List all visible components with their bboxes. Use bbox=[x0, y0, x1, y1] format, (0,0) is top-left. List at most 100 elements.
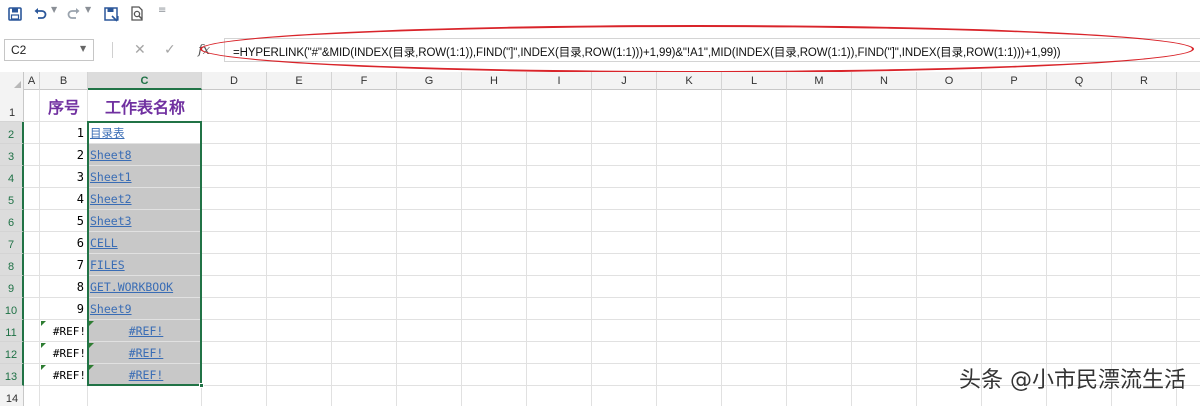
gridline-vertical bbox=[656, 90, 657, 406]
cell-seq[interactable]: 3 bbox=[40, 166, 88, 188]
error-indicator-icon bbox=[89, 365, 94, 370]
gridline-vertical bbox=[396, 90, 397, 406]
cell-seq[interactable]: 6 bbox=[40, 232, 88, 254]
column-header-a[interactable]: A bbox=[24, 72, 40, 90]
formula-input[interactable]: =HYPERLINK("#"&MID(INDEX(目录,ROW(1:1)),FI… bbox=[224, 38, 1200, 62]
column-header-q[interactable]: Q bbox=[1047, 72, 1112, 90]
gridline-vertical bbox=[1046, 90, 1047, 406]
sheet-link[interactable]: CELL bbox=[88, 232, 202, 254]
column-header-e[interactable]: E bbox=[267, 72, 332, 90]
insert-function-icon[interactable]: fx bbox=[198, 41, 210, 59]
row-headers: 1 2 3 4 5 6 7 8 9 10 11 12 13 14 bbox=[0, 90, 24, 406]
sheet-link[interactable]: Sheet9 bbox=[88, 298, 202, 320]
cell-seq[interactable]: 9 bbox=[40, 298, 88, 320]
row-header-13[interactable]: 13 bbox=[0, 364, 24, 386]
gridline-vertical bbox=[981, 90, 982, 406]
gridline-vertical bbox=[1111, 90, 1112, 406]
error-indicator-icon bbox=[89, 321, 94, 326]
watermark: 头条 @小市民漂流生活 bbox=[959, 368, 1186, 393]
cell-seq[interactable]: 7 bbox=[40, 254, 88, 276]
row-header-8[interactable]: 8 bbox=[0, 254, 24, 276]
gridline-vertical bbox=[461, 90, 462, 406]
column-header-h[interactable]: H bbox=[462, 72, 527, 90]
header-sheet-name: 工作表名称 bbox=[104, 98, 185, 117]
sheet-link[interactable]: #REF! bbox=[88, 342, 202, 364]
gridline-vertical bbox=[331, 90, 332, 406]
row-header-14[interactable]: 14 bbox=[0, 386, 24, 406]
error-indicator-icon bbox=[41, 343, 46, 348]
gridline-vertical bbox=[526, 90, 527, 406]
redo-dropdown-icon[interactable]: ▼ bbox=[85, 5, 91, 14]
row-header-10[interactable]: 10 bbox=[0, 298, 24, 320]
column-header-o[interactable]: O bbox=[917, 72, 982, 90]
header-seq: 序号 bbox=[47, 98, 80, 117]
gridline-vertical bbox=[266, 90, 267, 406]
cancel-icon[interactable]: ✕ bbox=[134, 41, 146, 59]
save-icon[interactable] bbox=[6, 4, 24, 24]
column-header-j[interactable]: J bbox=[592, 72, 657, 90]
column-headers: ABCDEFGHIJKLMNOPQR bbox=[0, 72, 1200, 90]
sheet-link[interactable]: GET.WORKBOOK bbox=[88, 276, 202, 298]
column-header-i[interactable]: I bbox=[527, 72, 592, 90]
undo-icon[interactable] bbox=[32, 4, 48, 24]
column-header-p[interactable]: P bbox=[982, 72, 1047, 90]
row-header-4[interactable]: 4 bbox=[0, 166, 24, 188]
gridline-vertical bbox=[1176, 90, 1177, 406]
cell-seq[interactable]: 5 bbox=[40, 210, 88, 232]
sheet-link[interactable]: #REF! bbox=[88, 320, 202, 342]
row-header-12[interactable]: 12 bbox=[0, 342, 24, 364]
row-header-11[interactable]: 11 bbox=[0, 320, 24, 342]
sheet-link[interactable]: Sheet3 bbox=[88, 210, 202, 232]
customize-toolbar-icon[interactable]: ≡ bbox=[158, 5, 166, 16]
sheet-link[interactable]: FILES bbox=[88, 254, 202, 276]
column-header-m[interactable]: M bbox=[787, 72, 852, 90]
column-header-b[interactable]: B bbox=[40, 72, 88, 90]
spreadsheet-grid: ABCDEFGHIJKLMNOPQR 1 2 3 4 5 6 7 8 9 10 11 12 13 14 序… bbox=[0, 72, 1200, 406]
gridline-vertical bbox=[851, 90, 852, 406]
gridline-vertical bbox=[721, 90, 722, 406]
row-header-5[interactable]: 5 bbox=[0, 188, 24, 210]
sheet-link[interactable]: 目录表 bbox=[88, 122, 202, 144]
cell-seq[interactable]: #REF! bbox=[40, 320, 88, 342]
column-header-l[interactable]: L bbox=[722, 72, 787, 90]
row-header-7[interactable]: 7 bbox=[0, 232, 24, 254]
gridline-vertical bbox=[786, 90, 787, 406]
error-indicator-icon bbox=[41, 365, 46, 370]
cell-seq[interactable]: #REF! bbox=[40, 364, 88, 386]
name-box-dropdown-icon[interactable]: ▼ bbox=[80, 44, 86, 53]
row-header-1[interactable]: 1 bbox=[0, 90, 24, 122]
column-header-f[interactable]: F bbox=[332, 72, 397, 90]
row-header-6[interactable]: 6 bbox=[0, 210, 24, 232]
select-all-corner[interactable] bbox=[0, 72, 24, 90]
column-header-g[interactable]: G bbox=[397, 72, 462, 90]
fill-handle[interactable] bbox=[199, 383, 204, 388]
row-header-2[interactable]: 2 bbox=[0, 122, 24, 144]
gridline-vertical bbox=[916, 90, 917, 406]
cell-seq[interactable]: 1 bbox=[40, 122, 88, 144]
error-indicator-icon bbox=[89, 343, 94, 348]
gridline-vertical bbox=[591, 90, 592, 406]
row-header-3[interactable]: 3 bbox=[0, 144, 24, 166]
cell-area[interactable]: 序号 工作表名称 1 2 3 4 5 6 7 8 9 #REF! #REF! #REF! 目录表 Sheet8… bbox=[24, 90, 1200, 406]
cell-seq[interactable]: #REF! bbox=[40, 342, 88, 364]
column-header-k[interactable]: K bbox=[657, 72, 722, 90]
print-icon[interactable] bbox=[102, 4, 120, 24]
cell-seq[interactable]: 2 bbox=[40, 144, 88, 166]
sheet-link[interactable]: #REF! bbox=[88, 364, 202, 386]
column-header-c[interactable]: C bbox=[88, 72, 202, 90]
sheet-link[interactable]: Sheet1 bbox=[88, 166, 202, 188]
column-header-r[interactable]: R bbox=[1112, 72, 1177, 90]
sheet-link[interactable]: Sheet8 bbox=[88, 144, 202, 166]
column-header-n[interactable]: N bbox=[852, 72, 917, 90]
column-header-d[interactable]: D bbox=[202, 72, 267, 90]
redo-icon[interactable] bbox=[66, 4, 82, 24]
enter-icon[interactable]: ✓ bbox=[164, 41, 176, 59]
row-header-9[interactable]: 9 bbox=[0, 276, 24, 298]
sheet-link[interactable]: Sheet2 bbox=[88, 188, 202, 210]
quick-access-toolbar: ▼ ▼ ≡ bbox=[0, 0, 1200, 30]
print-preview-icon[interactable] bbox=[128, 4, 146, 24]
cell-seq[interactable]: 4 bbox=[40, 188, 88, 210]
formula-bar: C2 ▼ ✕ ✓ fx =HYPERLINK("#"&MID(INDEX(目录,… bbox=[0, 30, 1200, 70]
undo-dropdown-icon[interactable]: ▼ bbox=[51, 5, 57, 14]
cell-seq[interactable]: 8 bbox=[40, 276, 88, 298]
